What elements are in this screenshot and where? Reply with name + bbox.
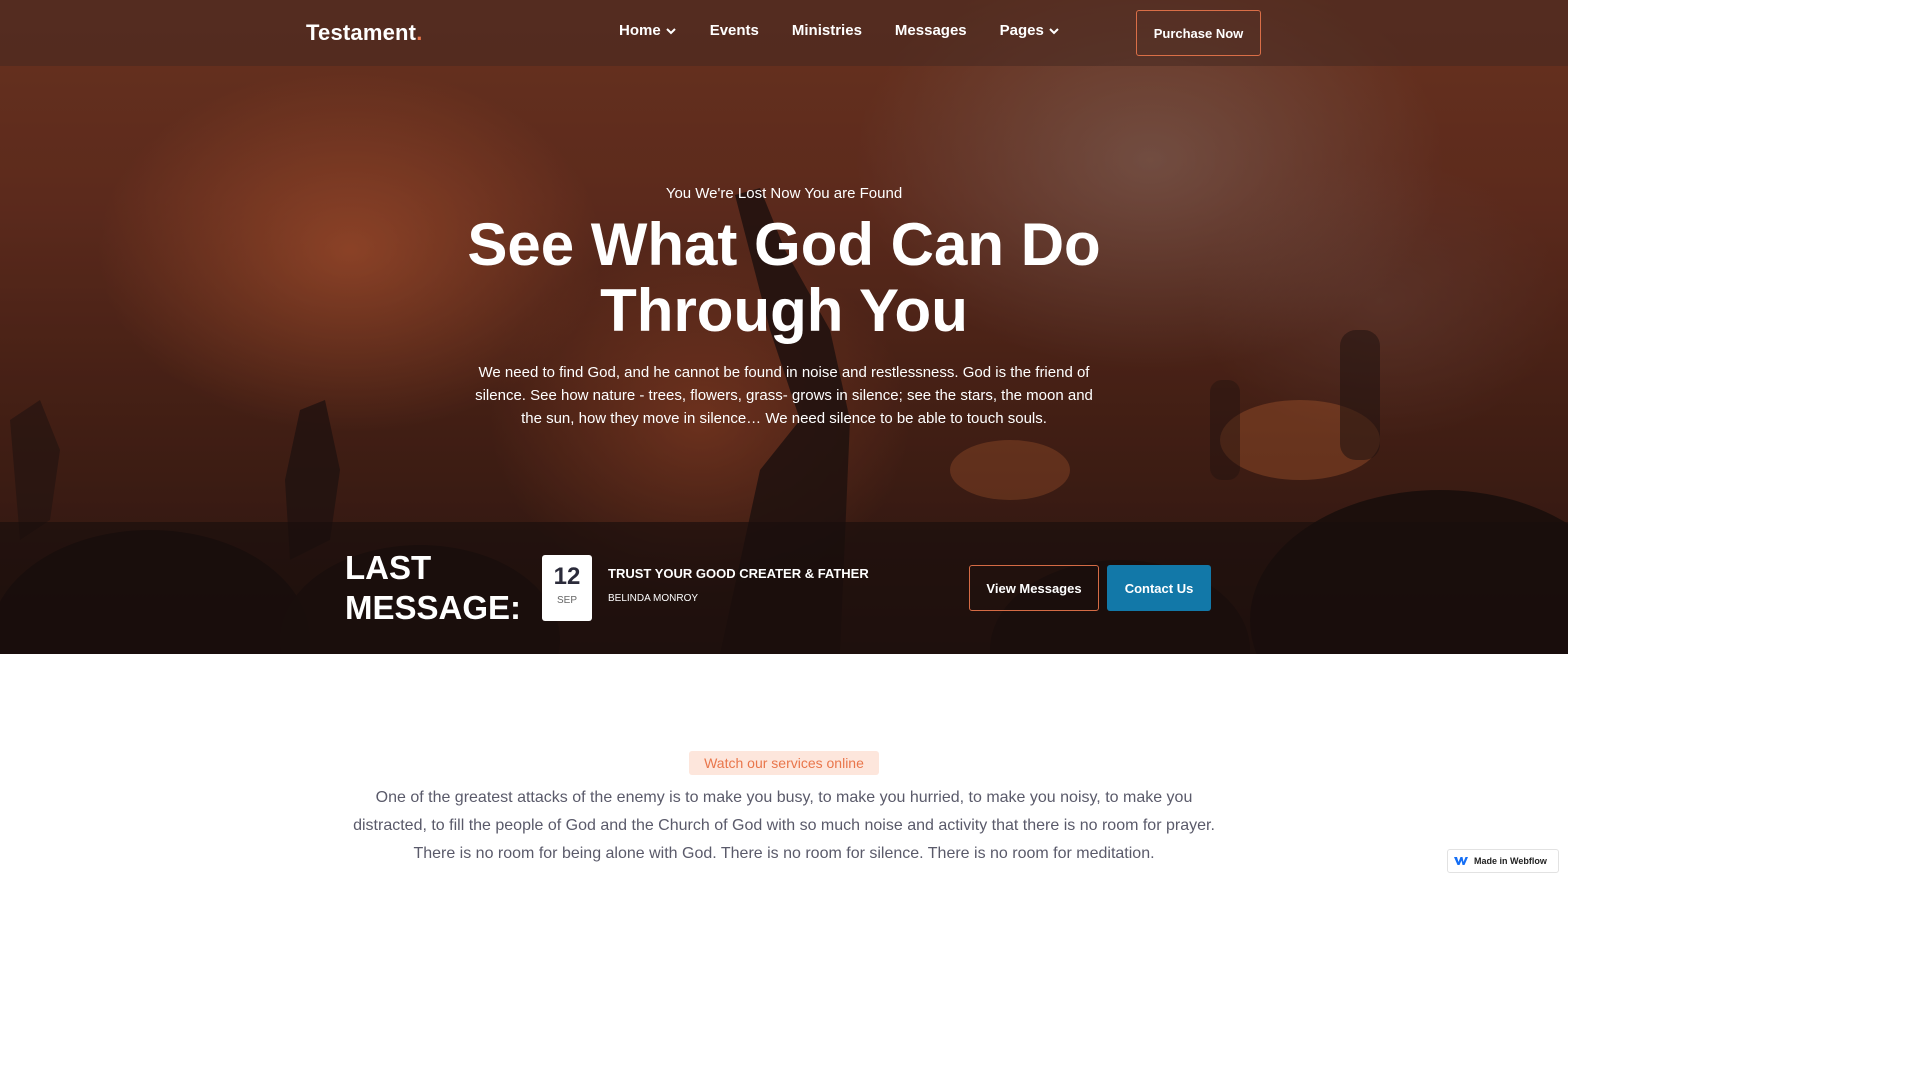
- nav-item-home[interactable]: Home: [619, 22, 677, 39]
- message-title[interactable]: TRUST YOUR GOOD CREATER & FATHER: [608, 566, 869, 581]
- services-badge: Watch our services online: [689, 751, 879, 775]
- contact-us-button[interactable]: Contact Us: [1107, 565, 1211, 611]
- message-author: BELINDA MONROY: [608, 593, 699, 604]
- made-in-webflow-badge[interactable]: Made in Webflow: [1447, 849, 1559, 873]
- brand-dot: .: [416, 20, 423, 45]
- nav-links: Home Events Ministries Messages Pages: [619, 22, 1093, 39]
- last-message-heading: LAST MESSAGE:: [345, 549, 522, 626]
- top-navigation: Testament. Home Events Ministries Messag…: [0, 0, 1568, 66]
- nav-item-label: Events: [709, 22, 759, 39]
- hero-title: See What God Can Do Through You: [467, 211, 1101, 344]
- hero-description: We need to find God, and he cannot be fo…: [475, 364, 1093, 427]
- brand-name: Testament: [306, 20, 417, 45]
- brand-logo[interactable]: Testament.: [306, 20, 423, 46]
- nav-item-pages[interactable]: Pages: [1000, 22, 1060, 39]
- nav-item-events[interactable]: Events: [710, 22, 759, 39]
- nav-item-label: Ministries: [791, 22, 862, 39]
- purchase-now-button[interactable]: Purchase Now: [1136, 10, 1261, 56]
- last-message-bar: [0, 522, 1568, 654]
- nav-item-label: Home: [619, 22, 661, 39]
- nav-item-label: Messages: [894, 22, 967, 39]
- hero-kicker: You We're Lost Now You are Found: [665, 185, 903, 202]
- chevron-down-icon: [1049, 27, 1059, 34]
- nav-item-label: Pages: [999, 22, 1044, 39]
- services-text: One of the greatest attacks of the enemy…: [353, 789, 1215, 862]
- message-date-day: 12: [553, 563, 581, 590]
- view-messages-button[interactable]: View Messages: [969, 565, 1099, 611]
- webflow-logo-icon: [1454, 857, 1468, 865]
- message-date-box: 12 SEP: [542, 555, 592, 621]
- webflow-badge-label: Made in Webflow: [1474, 856, 1547, 866]
- chevron-down-icon: [665, 27, 676, 34]
- nav-item-messages[interactable]: Messages: [895, 22, 967, 39]
- nav-item-ministries[interactable]: Ministries: [792, 22, 862, 39]
- message-date-month: SEP: [556, 595, 577, 606]
